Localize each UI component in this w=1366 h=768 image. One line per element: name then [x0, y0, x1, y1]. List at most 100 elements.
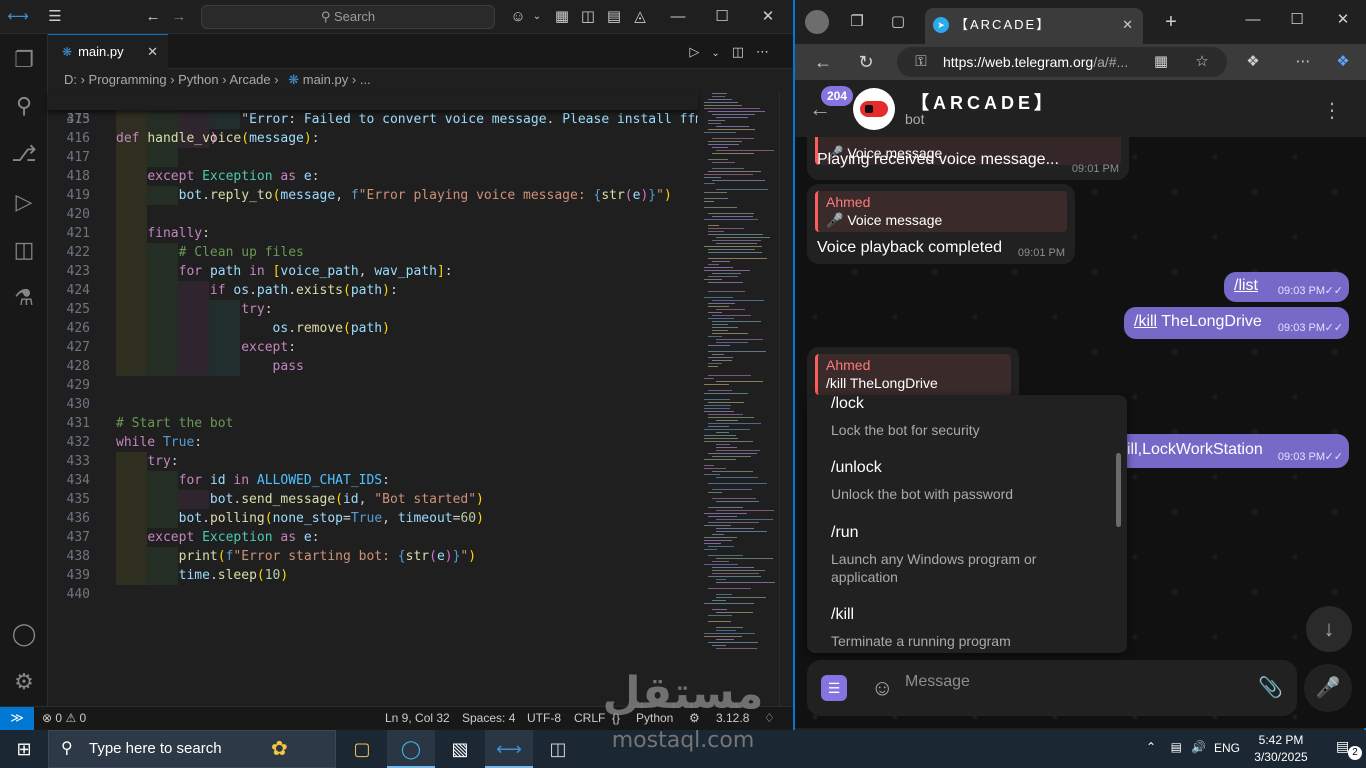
popup-scrollbar[interactable]	[1116, 453, 1121, 527]
notifications-bell-icon[interactable]: ♢	[764, 707, 775, 729]
code-line[interactable]: 415 "Error: Failed to convert voice mess…	[48, 110, 698, 129]
reply-preview[interactable]: Ahmed /kill TheLongDrive	[815, 354, 1011, 395]
toggle-panel-icon[interactable]: ▤	[603, 7, 625, 27]
code-line[interactable]: 431 # Start the bot	[48, 414, 698, 433]
code-line[interactable]: 435 bot.send_message(id, "Bot started")	[48, 490, 698, 509]
terminal-icon[interactable]: ▧	[436, 730, 484, 768]
new-tab-icon[interactable]: +	[1159, 10, 1183, 34]
close-tab-icon[interactable]: ✕	[1122, 8, 1133, 42]
breadcrumb-file[interactable]: main.py	[303, 72, 349, 87]
run-dropdown-icon[interactable]: ⌄	[711, 48, 731, 59]
database-icon[interactable]: ◫	[534, 730, 582, 768]
chat-avatar[interactable]	[853, 88, 895, 130]
refresh-icon[interactable]: ↻	[854, 50, 878, 74]
code-line[interactable]: 440	[48, 585, 698, 604]
browser-tab-telegram[interactable]: ➤ 【ARCADE】 ✕	[925, 8, 1143, 44]
chevron-down-icon[interactable]: ⌄	[526, 7, 548, 27]
close-icon[interactable]: ✕	[757, 7, 779, 27]
back-arrow-icon[interactable]: ←	[811, 50, 835, 74]
remote-indicator-icon[interactable]: ≫	[0, 707, 34, 730]
editor-scrollbar[interactable]	[779, 91, 793, 706]
scroll-to-bottom-button[interactable]: ↓	[1306, 606, 1352, 652]
bot-menu-button[interactable]: ☰	[821, 675, 847, 701]
command-item-unlock[interactable]: /unlock Unlock the bot with password	[807, 459, 1127, 523]
accounts-icon[interactable]: ◯	[0, 614, 48, 654]
minimap[interactable]	[700, 91, 778, 706]
reply-preview[interactable]: Ahmed 🎤 Voice message	[815, 191, 1067, 232]
copilot-icon[interactable]: ❖	[1331, 50, 1355, 74]
volume-icon[interactable]: 🔊	[1191, 740, 1206, 754]
code-line[interactable]: 434 for id in ALLOWED_CHAT_IDS:	[48, 471, 698, 490]
close-tab-icon[interactable]: ✕	[147, 35, 158, 69]
problems-indicator[interactable]: ⊗ 0 ⚠ 0	[42, 707, 86, 729]
testing-icon[interactable]: ⚗	[0, 278, 48, 318]
taskbar-search[interactable]: ⚲ Type here to search ✿	[48, 730, 336, 768]
windows-start-icon[interactable]: ⊞	[0, 730, 48, 768]
address-bar[interactable]: ⚿ https://web.telegram.org/a/#... ▦ ☆	[897, 47, 1227, 77]
notifications-icon[interactable]: ▤ 2	[1336, 738, 1362, 760]
microphone-button[interactable]: 🎤	[1304, 664, 1352, 712]
profile-avatar-icon[interactable]	[805, 10, 829, 34]
maximize-icon[interactable]: ☐	[711, 7, 733, 27]
clock[interactable]: 5:42 PM 3/30/2025	[1246, 732, 1316, 766]
code-line[interactable]: 425 try:	[48, 300, 698, 319]
message-bubble[interactable]: Ahmed 🎤 Voice message Voice playback com…	[807, 184, 1075, 264]
code-line[interactable]: 419 bot.reply_to(message, f"Error playin…	[48, 186, 698, 205]
chat-header[interactable]: ← 204 【ARCADE】 bot ⋮	[795, 80, 1366, 137]
code-line[interactable]: 418 except Exception as e:	[48, 167, 698, 186]
end-of-line[interactable]: CRLF	[574, 707, 605, 729]
run-debug-icon[interactable]: ▷	[0, 182, 48, 222]
code-line[interactable]: 430	[48, 395, 698, 414]
settings-gear-icon[interactable]: ⚙	[0, 662, 48, 702]
encoding[interactable]: UTF-8	[527, 707, 561, 729]
code-line[interactable]: 420	[48, 205, 698, 224]
code-line[interactable]: 417	[48, 148, 698, 167]
code-line[interactable]: 436 bot.polling(none_stop=True, timeout=…	[48, 509, 698, 528]
python-interpreter[interactable]: 3.12.8	[716, 707, 749, 729]
code-line[interactable]: 428 pass	[48, 357, 698, 376]
outgoing-message[interactable]: /list 09:03 PM ✓✓	[1224, 272, 1349, 302]
language-mode[interactable]: Python	[636, 707, 673, 729]
code-line[interactable]: 429	[48, 376, 698, 395]
explorer-icon[interactable]: ❐	[0, 40, 48, 80]
file-explorer-icon[interactable]: ▢	[338, 730, 386, 768]
code-line[interactable]: 423 for path in [voice_path, wav_path]:	[48, 262, 698, 281]
close-window-icon[interactable]: ✕	[1331, 8, 1355, 32]
workspaces-icon[interactable]: ❐	[845, 10, 869, 34]
emoji-icon[interactable]: ☺	[871, 675, 893, 701]
sticky-scroll-header[interactable]: 373 def handle_voice(message):	[48, 91, 698, 146]
extensions-icon[interactable]: ❖	[1241, 50, 1265, 74]
command-item-kill[interactable]: /kill Terminate a running program	[807, 606, 1127, 653]
cursor-position[interactable]: Ln 9, Col 32	[385, 707, 450, 729]
attach-paperclip-icon[interactable]: 📎	[1258, 675, 1283, 700]
split-editor-icon[interactable]: ◫	[732, 44, 756, 59]
back-arrow-icon[interactable]: ←	[142, 7, 164, 27]
code-line[interactable]: 426 os.remove(path)	[48, 319, 698, 338]
more-vertical-icon[interactable]: ⋮	[1322, 98, 1342, 123]
code-line[interactable]: 427 except:	[48, 338, 698, 357]
braces-icon[interactable]: {}	[612, 707, 620, 729]
hamburger-menu-icon[interactable]: ☰	[44, 7, 66, 27]
lock-icon[interactable]: ⚿	[909, 50, 933, 74]
minimize-icon[interactable]: —	[667, 7, 689, 27]
command-item-run[interactable]: /run Launch any Windows program or appli…	[807, 524, 1127, 606]
code-line[interactable]: 421 finally:	[48, 224, 698, 243]
more-menu-icon[interactable]: ⋯	[1291, 50, 1315, 74]
tab-main-py[interactable]: ❋ main.py ✕	[48, 34, 168, 69]
code-line[interactable]: 439 time.sleep(10)	[48, 566, 698, 585]
forward-arrow-icon[interactable]: →	[168, 7, 190, 27]
indentation[interactable]: Spaces: 4	[462, 707, 515, 729]
maximize-icon[interactable]: ☐	[1285, 8, 1309, 32]
code-line[interactable]: 422 # Clean up files	[48, 243, 698, 262]
breadcrumb-symbol[interactable]: › ...	[352, 72, 371, 87]
favorite-star-icon[interactable]: ☆	[1190, 50, 1214, 74]
outgoing-message[interactable]: /kill TheLongDrive 09:03 PM ✓✓	[1124, 307, 1349, 339]
customize-layout-icon[interactable]: ▦	[551, 7, 573, 27]
run-python-icon[interactable]: ▷	[689, 44, 711, 59]
extensions-icon[interactable]: ◫	[0, 230, 48, 270]
command-item-lock[interactable]: /lock Lock the bot for security	[807, 395, 1127, 459]
edge-browser-icon[interactable]: ◯	[387, 730, 435, 768]
app-available-icon[interactable]: ▦	[1149, 50, 1173, 74]
code-line[interactable]: def handle_voice(message):	[116, 129, 320, 148]
toggle-secondary-sidebar-icon[interactable]: ◬	[629, 7, 651, 27]
